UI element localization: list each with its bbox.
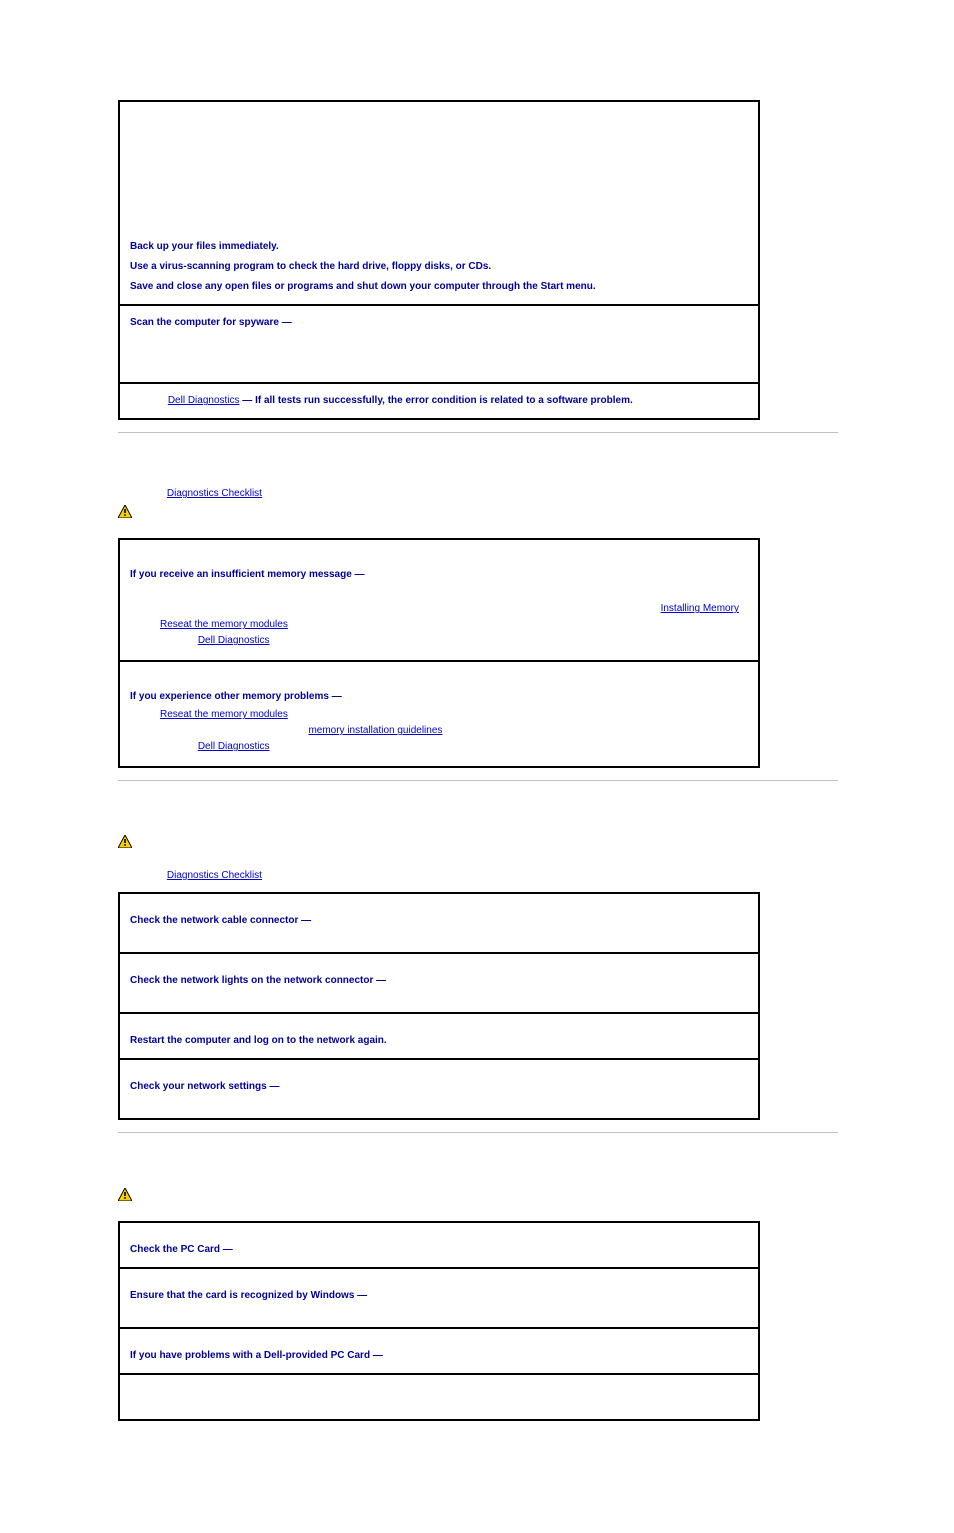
network-table: Check the network cable connector — Ensu…: [118, 892, 760, 1120]
network-fill-post: as you complete these checks.: [262, 870, 402, 881]
lead-insufficient-memory: If you receive an insufficient memory me…: [130, 569, 365, 580]
link-reseat-memory[interactable]: Reseat the memory modules: [160, 619, 288, 630]
row-text: Ensure that your computer meets the mini…: [130, 145, 568, 156]
lead-check-cable: Check the network cable connector —: [130, 915, 311, 926]
divider: [118, 780, 838, 781]
lead-restart: Restart the computer and log on to the n…: [130, 1035, 387, 1046]
bullet: Reseat the memory modules to ensure that…: [160, 618, 748, 632]
run-pre: Run the: [130, 395, 168, 406]
bullet: Save and close any open files and exit a…: [160, 586, 748, 600]
caution-icon: [118, 505, 132, 523]
pccard-heading: PC Card Problems: [118, 1163, 836, 1179]
network-fill-pre: Fill out the: [118, 870, 167, 881]
lead-other-memory: If you experience other memory problems …: [130, 691, 342, 702]
link-installing-memory[interactable]: Installing Memory: [661, 603, 739, 614]
bullet: Reseat the memory modules to ensure that…: [160, 708, 748, 722]
bullet: See the software documentation for minim…: [160, 602, 748, 616]
link-dell-diagnostics[interactable]: Dell Diagnostics: [198, 635, 270, 646]
bullet: Ensure that you are following the memory…: [160, 724, 748, 738]
bullet: Run the Dell Diagnostics.: [160, 634, 748, 648]
link-memory-guidelines[interactable]: memory installation guidelines: [308, 725, 442, 736]
lead-dell-pccard-mid: provided PC Card —: [286, 1350, 383, 1361]
memory-caution: CAUTION: Before you begin any of the pro…: [118, 505, 836, 523]
caution-icon: [118, 1188, 132, 1206]
lockups-table: Ensure that the program is compatible wi…: [118, 100, 760, 420]
lead-check-settings: Check your network settings —: [130, 1081, 279, 1092]
lead-dell-pccard-pre: If you have problems with a Dell-: [130, 1350, 286, 1361]
memory-fill-pre: Fill out the: [118, 488, 167, 499]
link-diag-checklist[interactable]: Diagnostics Checklist: [167, 488, 262, 499]
divider: [118, 1132, 838, 1133]
caution-text: CAUTION: Before you begin any of the pro…: [138, 505, 754, 519]
lead-recognized-windows: Ensure that the card is recognized by Wi…: [130, 1290, 367, 1301]
link-diag-checklist[interactable]: Diagnostics Checklist: [167, 870, 262, 881]
link-dell-diagnostics[interactable]: Dell Diagnostics: [198, 741, 270, 752]
row-text: Verify that the device drivers do not co…: [130, 187, 400, 198]
run-post: — If all tests run successfully, the err…: [240, 395, 633, 406]
row-text: Ensure that the program is installed and…: [130, 173, 397, 184]
lead-check-pccard: Check the PC Card —: [130, 1244, 233, 1255]
memory-fill-post: as you complete these checks.: [262, 488, 402, 499]
pccard-caution: CAUTION: Before you begin any of the pro…: [118, 1188, 836, 1206]
divider: [118, 432, 838, 433]
lead-virus: Use a virus-scanning program to check th…: [130, 261, 491, 272]
caution-icon: [118, 835, 132, 853]
bullet: Run the Dell Diagnostics.: [160, 740, 748, 754]
lead-scan: Scan the computer for spyware —: [130, 317, 292, 328]
link-dell-diagnostics[interactable]: Dell Diagnostics: [168, 395, 240, 406]
caution-text: CAUTION: Before you begin any of the pro…: [138, 835, 754, 849]
network-heading: Network Problems: [118, 811, 836, 827]
row-text: Ensure that the program is compatible wi…: [130, 131, 537, 142]
memory-table: If you receive an insufficient memory me…: [118, 538, 760, 768]
pccard-table: Check the PC Card — Ensure that the PC C…: [118, 1221, 760, 1421]
memory-heading: Memory Problems: [118, 463, 836, 479]
link-reseat-memory[interactable]: Reseat the memory modules: [160, 709, 288, 720]
lead-shutdown: Save and close any open files or program…: [130, 281, 596, 292]
row-text: If necessary, uninstall and then reinsta…: [130, 201, 364, 212]
network-caution: CAUTION: Before you begin any of the pro…: [118, 835, 836, 853]
lead-check-lights: Check the network lights on the network …: [130, 975, 386, 986]
lead-backup: Back up your files immediately.: [130, 241, 279, 252]
caution-text: CAUTION: Before you begin any of the pro…: [138, 1188, 754, 1202]
